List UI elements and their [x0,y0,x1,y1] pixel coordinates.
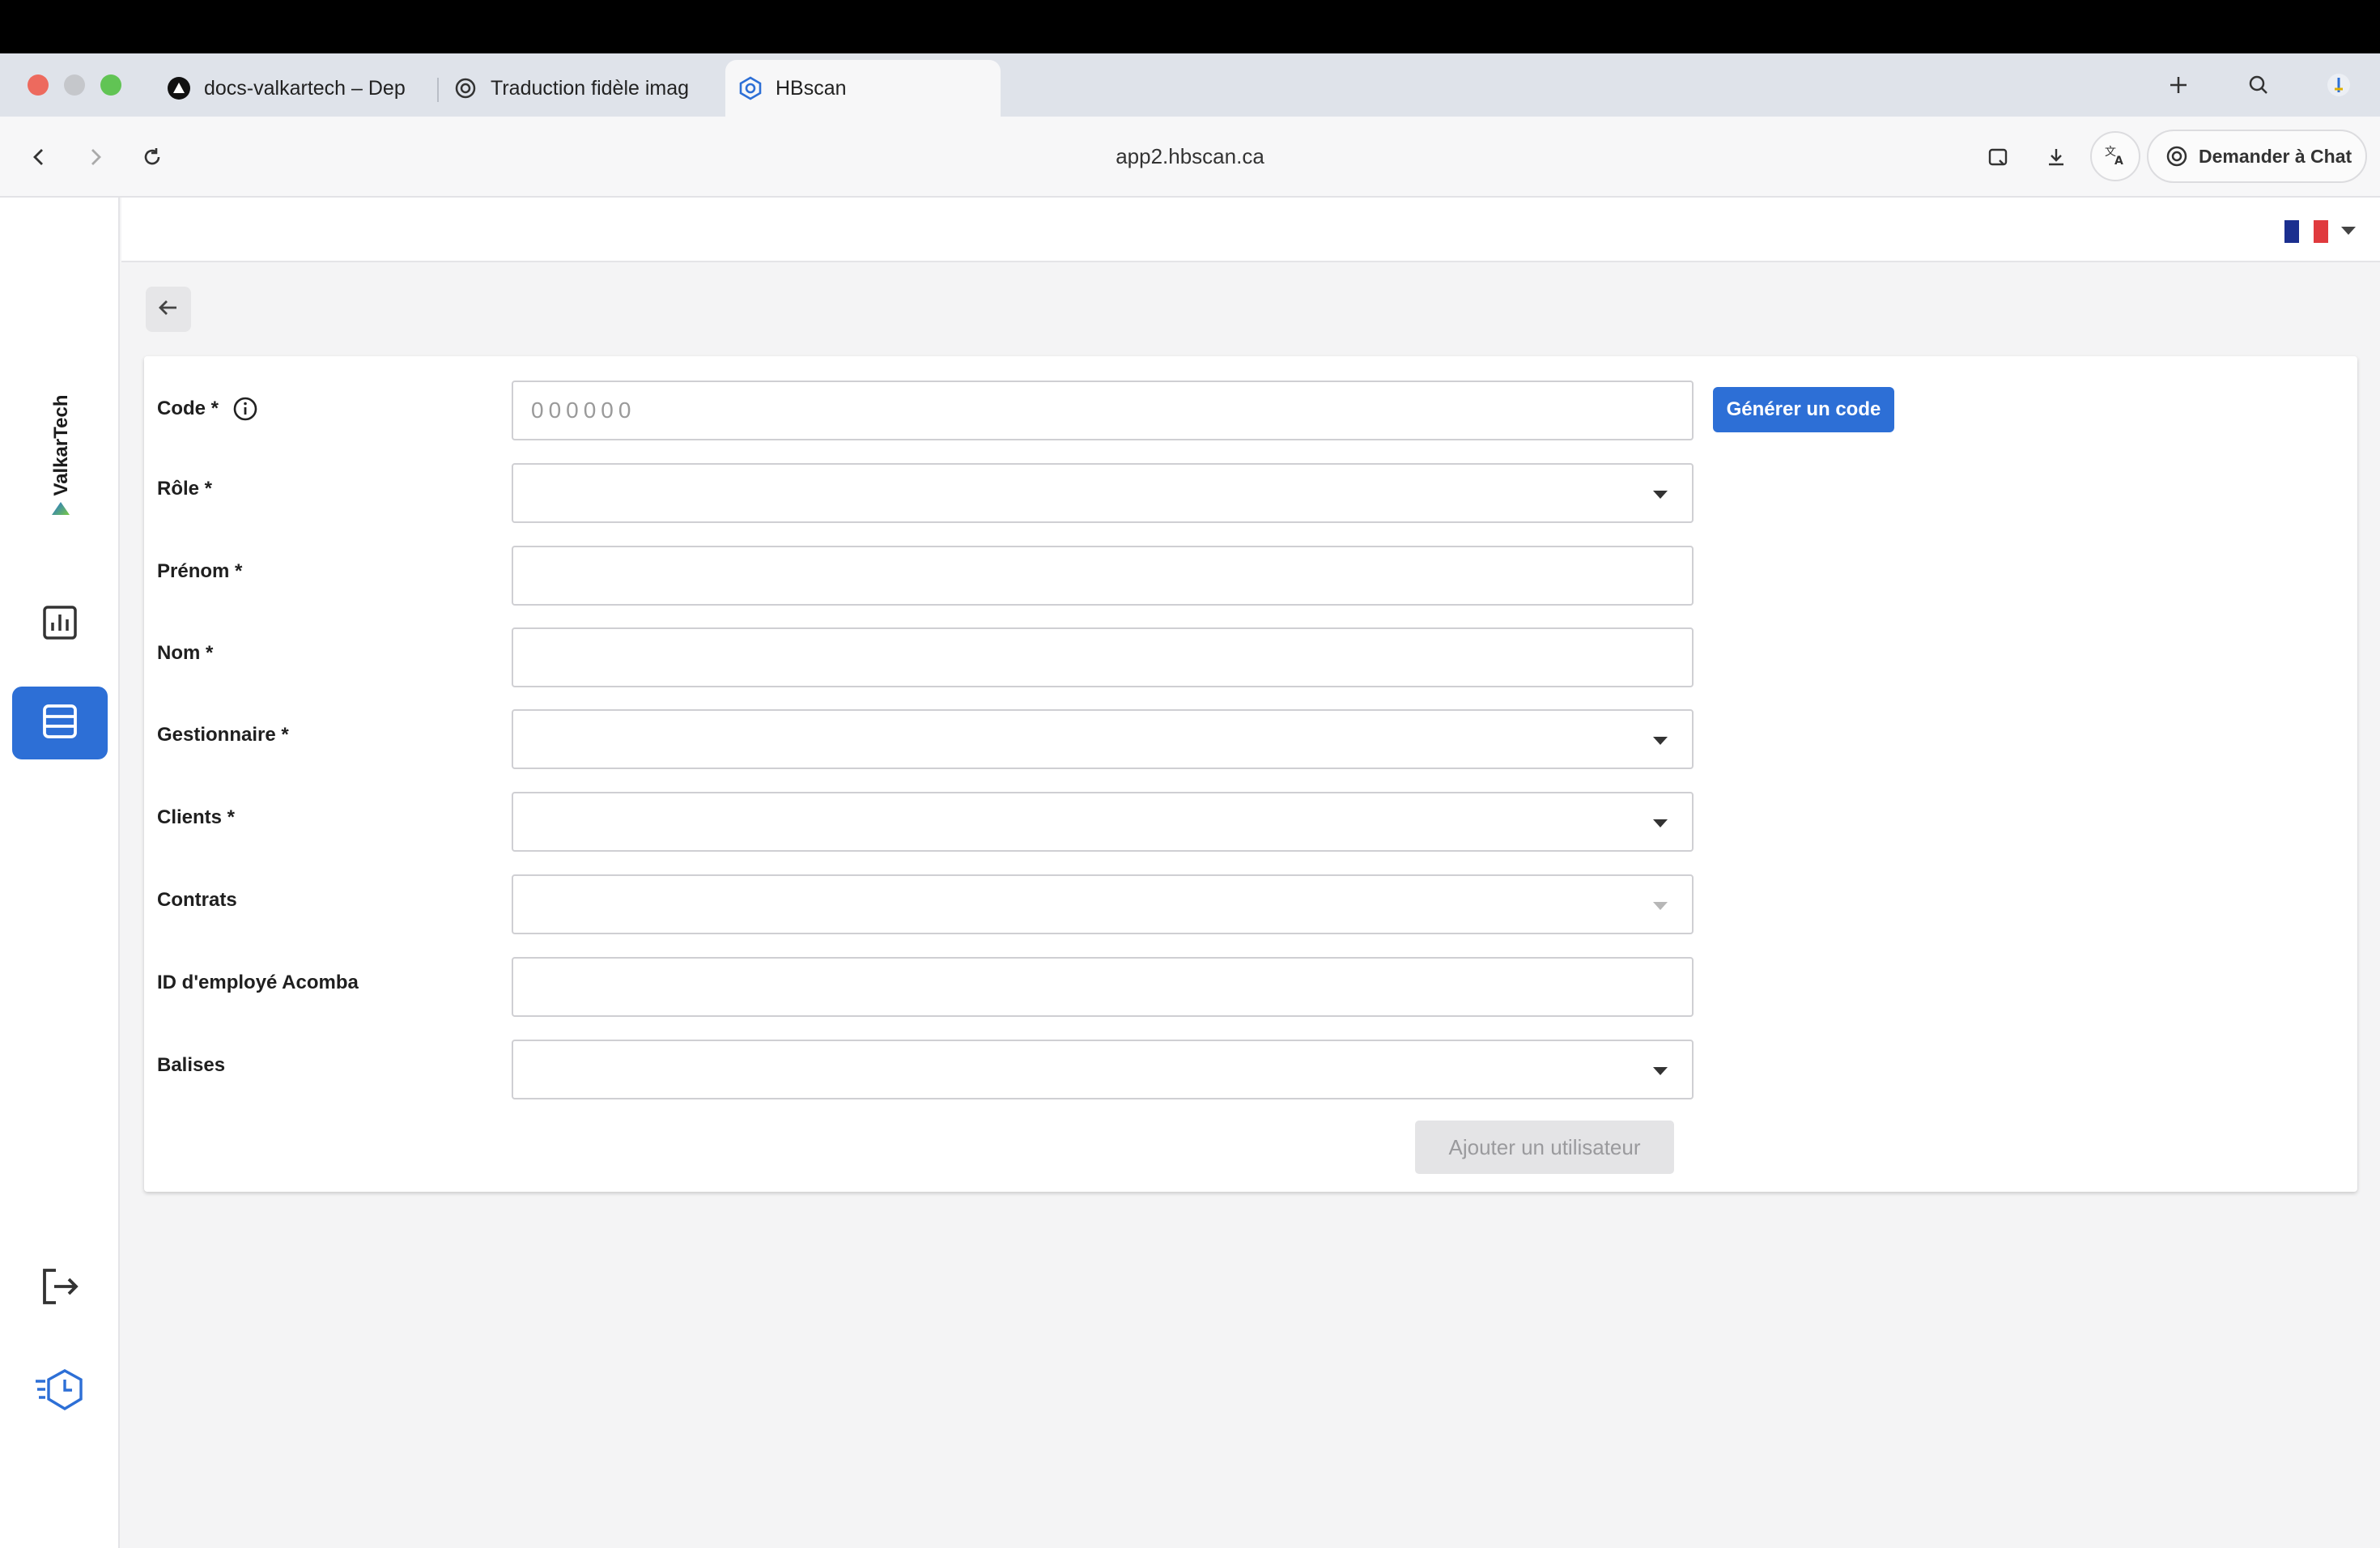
generate-code-button[interactable]: Générer un code [1713,387,1894,432]
clients-select[interactable] [512,792,1694,852]
browser-tab-docs[interactable]: docs-valkartech – Dep [167,60,418,117]
acomba-id-label: ID d'employé Acomba [157,972,359,993]
code-label: Code * [157,395,259,423]
back-nav-icon[interactable] [24,142,53,172]
language-caret-icon[interactable] [2341,227,2356,235]
bar-chart-icon [42,605,78,644]
ask-chat-button[interactable]: Demander à Chat [2147,130,2367,183]
add-user-button[interactable]: Ajouter un utilisateur [1415,1121,1674,1174]
translate-icon: 文A [2103,142,2127,171]
acomba-id-input[interactable] [512,957,1694,1017]
sidebar-toggle-icon[interactable] [1983,142,2012,172]
ask-chat-label: Demander à Chat [2199,145,2352,167]
svg-text:A: A [2114,155,2123,167]
browser-tab-traduction[interactable]: Traduction fidèle imag [453,60,704,117]
arrow-left-icon [157,296,180,323]
form-row-tags: Balises [144,1040,2357,1099]
add-user-form: Code * Générer un code Rôle * Prénom * N… [144,356,2357,1192]
tab-divider [437,78,439,102]
chevron-down-icon [1653,737,1668,745]
app-header [121,198,2380,262]
language-flag[interactable] [2284,220,2328,243]
browser-tab-hbscan[interactable]: HBscan [725,60,1001,117]
openai-icon [2165,144,2189,168]
vercel-triangle-icon [167,76,191,100]
chevron-down-icon [1653,491,1668,499]
form-row-role: Rôle * [144,463,2357,523]
code-label-text: Code * [157,398,219,419]
flag-red [2314,220,2328,243]
profile-icon[interactable] [2325,71,2352,99]
download-icon[interactable] [2042,142,2071,172]
hbscan-logo-icon [738,76,763,100]
logout-icon [40,1266,80,1311]
tags-select[interactable] [512,1040,1694,1099]
form-row-acomba-id: ID d'employé Acomba [144,957,2357,1017]
address-bar: app2.hbscan.ca 文A Demander à Chat [0,117,2380,198]
manager-label: Gestionnaire * [157,724,289,746]
chevron-down-icon [1653,1067,1668,1075]
contracts-label: Contrats [157,889,237,911]
back-button[interactable] [146,287,191,332]
flag-white [2299,220,2314,243]
translate-button[interactable]: 文A [2090,131,2140,181]
sidebar-item-list[interactable] [12,687,108,759]
new-tab-icon[interactable] [2165,71,2192,99]
browser-tab-strip: docs-valkartech – Dep Traduction fidèle … [0,53,2380,117]
sidebar-item-timesheet[interactable] [12,1355,108,1428]
list-icon [41,703,79,744]
brand-logo: ValkarTech [45,381,78,515]
firstname-label: Prénom * [157,560,243,582]
role-label: Rôle * [157,478,213,500]
manager-select[interactable] [512,709,1694,769]
form-row-manager: Gestionnaire * [144,709,2357,769]
code-input[interactable] [512,381,1694,440]
tab-title: HBscan [776,76,847,100]
brand-mark-icon [52,502,70,515]
url-text[interactable]: app2.hbscan.ca [1028,144,1352,169]
brand-name: ValkarTech [50,394,72,496]
openai-icon [453,76,478,100]
tags-label: Balises [157,1054,226,1076]
lastname-label: Nom * [157,642,214,664]
window-close-button[interactable] [28,74,49,96]
form-row-lastname: Nom * [144,627,2357,687]
form-row-contracts: Contrats [144,874,2357,934]
info-icon[interactable] [232,395,259,423]
page-viewport: ValkarTech Code * 000000 Générer un code… [0,198,2380,1548]
form-row-clients: Clients * [144,792,2357,852]
chevron-down-icon [1653,819,1668,827]
lastname-input[interactable] [512,627,1694,687]
firstname-input[interactable] [512,546,1694,606]
window-zoom-button[interactable] [100,74,121,96]
tab-title: Traduction fidèle imag [491,76,690,100]
sidebar-item-logout[interactable] [12,1252,108,1325]
flag-blue [2284,220,2299,243]
clock-hexagon-icon [34,1368,86,1416]
forward-nav-icon[interactable] [81,142,110,172]
form-row-code: Code * Générer un code [144,381,2357,440]
tab-title: docs-valkartech – Dep [204,76,406,100]
tab-search-icon[interactable] [2245,71,2272,99]
contracts-select[interactable] [512,874,1694,934]
chevron-down-icon [1653,902,1668,910]
app-sidebar: ValkarTech [0,198,120,1548]
form-row-firstname: Prénom * [144,546,2357,606]
reload-icon[interactable] [138,142,167,172]
window-minimize-button[interactable] [64,74,85,96]
role-select[interactable] [512,463,1694,523]
clients-label: Clients * [157,806,236,828]
sidebar-item-dashboard[interactable] [12,588,108,661]
system-top-bar [0,0,2380,53]
